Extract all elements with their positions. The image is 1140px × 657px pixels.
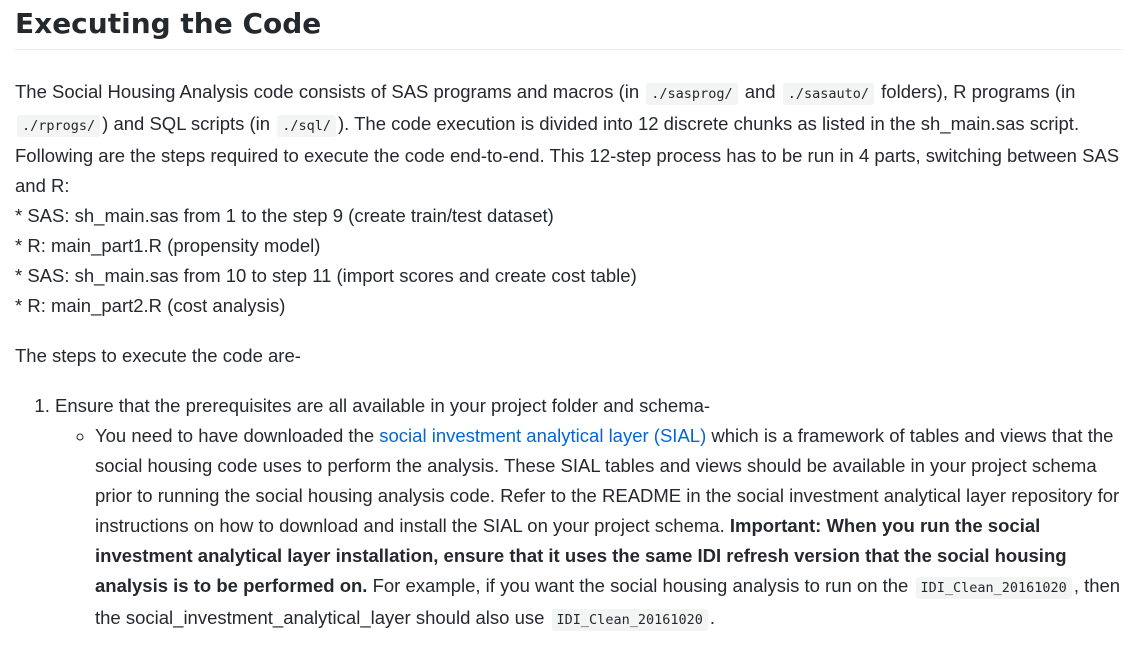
subitem-text-3: For example, if you want the social hous… xyxy=(372,575,909,596)
intro-text-4: ) and SQL scripts (in xyxy=(102,113,271,134)
code-rprogs: ./rprogs/ xyxy=(17,115,101,137)
sial-link[interactable]: social investment analytical layer (SIAL… xyxy=(379,425,706,446)
intro-text-3: folders), R programs (in xyxy=(881,81,1076,102)
subitem: You need to have downloaded the social i… xyxy=(95,421,1126,635)
intro-text-2: and xyxy=(744,81,776,102)
code-sql: ./sql/ xyxy=(277,115,337,137)
intro-bullet-3: * SAS: sh_main.sas from 10 to step 11 (i… xyxy=(15,265,637,286)
step-item: Ensure that the prerequisites are all av… xyxy=(55,391,1126,635)
intro-bullet-1: * SAS: sh_main.sas from 1 to the step 9 … xyxy=(15,205,554,226)
steps-list: Ensure that the prerequisites are all av… xyxy=(15,391,1126,635)
intro-bullet-4: * R: main_part2.R (cost analysis) xyxy=(15,295,286,316)
code-sasprog: ./sasprog/ xyxy=(646,83,738,105)
step-subitems: You need to have downloaded the social i… xyxy=(55,421,1126,635)
steps-intro: The steps to execute the code are- xyxy=(15,345,301,366)
intro-paragraph: The Social Housing Analysis code consist… xyxy=(15,77,1126,321)
intro-bullet-2: * R: main_part1.R (propensity model) xyxy=(15,235,321,256)
subitem-text-1: You need to have downloaded the xyxy=(95,425,375,446)
code-sasauto: ./sasauto/ xyxy=(782,83,875,105)
intro-text-1: The Social Housing Analysis code consist… xyxy=(15,81,640,102)
subitem-text-5: . xyxy=(709,607,715,628)
code-idi-clean-2: IDI_Clean_20161020 xyxy=(551,609,708,631)
section-heading: Executing the Code xyxy=(15,0,1123,50)
step-text: Ensure that the prerequisites are all av… xyxy=(55,395,711,416)
code-idi-clean-1: IDI_Clean_20161020 xyxy=(915,577,1072,599)
readme-page: Executing the Code The Social Housing An… xyxy=(0,0,1140,657)
